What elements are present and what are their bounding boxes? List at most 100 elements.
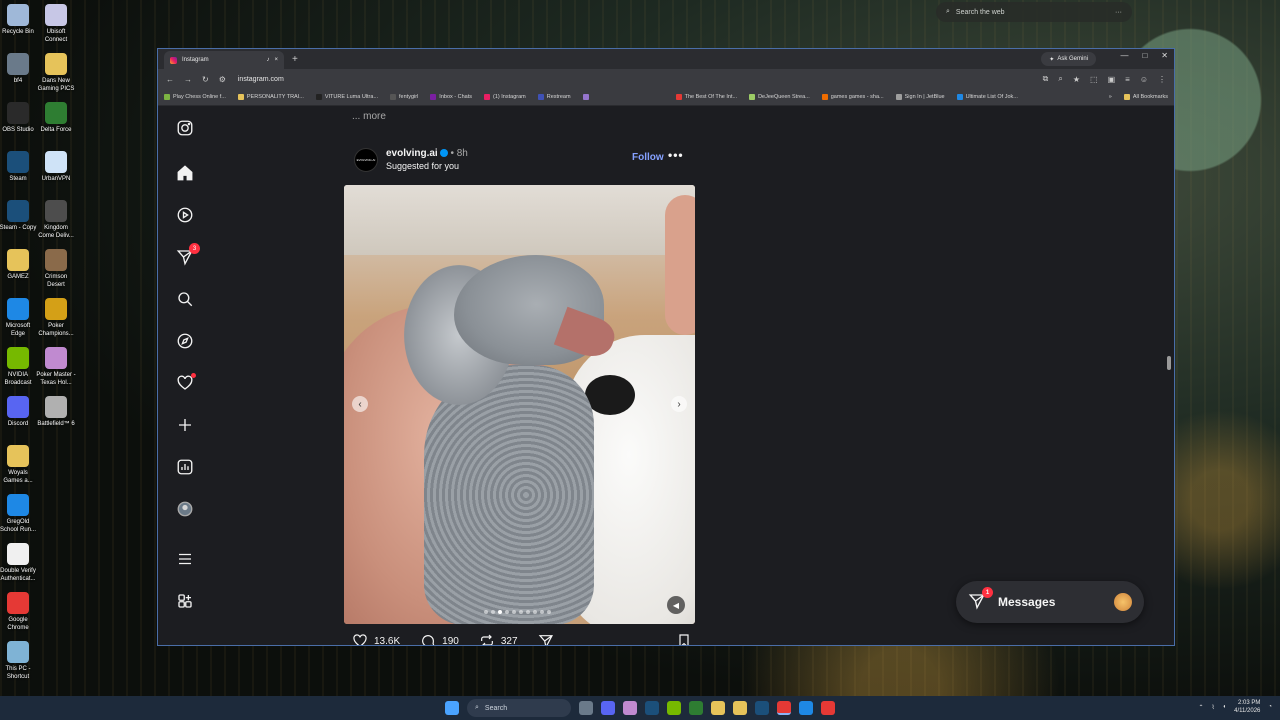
post-author-avatar[interactable]: EVOLVING.AI: [354, 148, 378, 172]
menu-icon[interactable]: ⋮: [1158, 75, 1166, 84]
comment-icon[interactable]: [420, 633, 436, 645]
caption-more-link[interactable]: ... more: [352, 111, 386, 122]
forward-arrow-icon[interactable]: →: [184, 75, 192, 84]
desktop-icon[interactable]: Woyals Games a...: [0, 445, 38, 485]
start-windows-icon[interactable]: [445, 701, 459, 715]
new-tab-button[interactable]: +: [292, 54, 298, 65]
like-heart-icon[interactable]: [352, 633, 368, 645]
desktop-icon[interactable]: Double Verify Authenticat...: [0, 543, 38, 583]
desktop-icon[interactable]: OBS Studio: [0, 102, 38, 134]
profile-icon[interactable]: ☺: [1140, 75, 1148, 84]
close-window-button[interactable]: ✕: [1161, 51, 1168, 60]
notifications-heart-icon[interactable]: [175, 373, 196, 393]
discord-taskbar-icon[interactable]: [601, 701, 615, 715]
folder-taskbar-icon[interactable]: [733, 701, 747, 715]
bookmark-item[interactable]: The Best Of The Int...: [675, 94, 737, 100]
desktop-icon[interactable]: Battlefield™ 6: [36, 396, 76, 428]
desktop-icon[interactable]: NVIDIA Broadcast: [0, 347, 38, 387]
desktop-icon[interactable]: Dans New Gaming PICS: [36, 53, 76, 93]
tab-close-icon[interactable]: ×: [274, 57, 278, 63]
desktop-icon[interactable]: Google Chrome: [0, 592, 38, 632]
bookmark-item[interactable]: Inbox - Chats: [430, 94, 472, 100]
taskbar-search[interactable]: ⌕ Search: [467, 699, 571, 717]
minimize-button[interactable]: —: [1120, 51, 1128, 60]
carousel-prev-icon[interactable]: ‹: [352, 396, 368, 412]
zoom-icon[interactable]: ⌕: [1058, 74, 1062, 84]
ask-gemini-button[interactable]: ✦ Ask Gemini: [1041, 52, 1096, 66]
follow-button[interactable]: Follow: [632, 152, 664, 163]
tab-instagram[interactable]: Instagram ♪ ×: [164, 51, 284, 69]
share-icon[interactable]: [538, 633, 554, 645]
desktop-icon[interactable]: Steam: [0, 151, 38, 183]
network-icon[interactable]: ⌇: [1212, 704, 1215, 711]
bookmark-item[interactable]: games games - sha...: [821, 94, 884, 100]
desktop-icon[interactable]: Ubisoft Connect: [36, 4, 76, 44]
bookmark-item[interactable]: [582, 94, 592, 100]
bookmark-item[interactable]: Ultimate List Of Jok...: [956, 94, 1018, 100]
desktop-icon[interactable]: GAMEZ: [0, 249, 38, 281]
nvidia-taskbar-icon[interactable]: [667, 701, 681, 715]
messages-button[interactable]: 1 Messages: [956, 581, 1144, 623]
steam-taskbar-icon[interactable]: [645, 701, 659, 715]
desktop-icon[interactable]: Delta Force: [36, 102, 76, 134]
sidebar-icon[interactable]: ▣: [1108, 75, 1116, 84]
like-count[interactable]: 13.6K: [374, 636, 400, 646]
direct-messages-icon[interactable]: 3: [175, 243, 200, 267]
page-scrollbar[interactable]: [1166, 106, 1172, 645]
back-arrow-icon[interactable]: ←: [166, 75, 174, 84]
install-app-icon[interactable]: ⧉: [1043, 74, 1049, 84]
profile-avatar[interactable]: [175, 499, 195, 519]
desktop-icon[interactable]: Kingdom Come Deliv...: [36, 200, 76, 240]
bookmark-star-icon[interactable]: ★: [1073, 75, 1080, 84]
instagram-logo-icon[interactable]: [175, 118, 195, 138]
create-plus-icon[interactable]: [175, 415, 195, 435]
home-icon[interactable]: [175, 163, 195, 183]
bookmark-item[interactable]: fentygirl: [390, 94, 418, 100]
desktop-icon[interactable]: Poker Master - Texas Hol...: [36, 347, 76, 387]
bookmark-item[interactable]: Play Chess Online f...: [164, 94, 226, 100]
web-search-widget[interactable]: ⌕ Search the web ···: [936, 2, 1132, 22]
bookmark-item[interactable]: VITURE Luma Ultra...: [315, 94, 378, 100]
volume-icon[interactable]: ◖: [1223, 704, 1227, 710]
edge-taskbar-icon[interactable]: [799, 701, 813, 715]
tray-chevron-icon[interactable]: ⌃: [1199, 704, 1204, 711]
site-info-icon[interactable]: ⚙: [219, 75, 226, 84]
repost-count[interactable]: 327: [501, 636, 518, 646]
more-menu-icon[interactable]: [175, 549, 195, 569]
desktop-icon[interactable]: Recycle Bin: [0, 4, 38, 36]
post-username[interactable]: evolving.ai: [386, 148, 438, 159]
reels-icon[interactable]: [175, 205, 195, 225]
clock[interactable]: 2:03 PM 4/11/2026: [1234, 699, 1260, 715]
desktop-icon[interactable]: Crimson Desert: [36, 249, 76, 289]
desktop-icon[interactable]: Poker Champions...: [36, 298, 76, 338]
also-from-meta-icon[interactable]: [175, 591, 195, 611]
chrome-taskbar-icon[interactable]: [777, 701, 791, 715]
steam-copy-taskbar-icon[interactable]: [755, 701, 769, 715]
extensions-icon[interactable]: ⬚: [1090, 75, 1098, 84]
maximize-button[interactable]: □: [1142, 51, 1147, 60]
dashboard-chart-icon[interactable]: [175, 457, 195, 477]
desktop-icon[interactable]: Discord: [0, 396, 38, 428]
bookmark-item[interactable]: Sign In | JetBlue: [895, 94, 945, 100]
desktop-icon[interactable]: Microsoft Edge: [0, 298, 38, 338]
post-media[interactable]: ‹ › ◀: [344, 185, 695, 624]
search-icon[interactable]: [175, 289, 195, 309]
address-bar[interactable]: instagram.com: [238, 76, 284, 83]
audio-toggle-icon[interactable]: ◀: [667, 596, 685, 614]
desktop-icon[interactable]: bf4: [0, 53, 38, 85]
desktop-icon[interactable]: Steam - Copy: [0, 200, 38, 232]
comment-count[interactable]: 190: [442, 636, 459, 646]
carousel-next-icon[interactable]: ›: [671, 396, 687, 412]
desktop-icon[interactable]: UrbanVPN: [36, 151, 76, 183]
bookmark-item[interactable]: All Bookmarks: [1123, 94, 1168, 100]
file-explorer-icon[interactable]: [711, 701, 725, 715]
bookmark-item[interactable]: PERSONALITY TRAI...: [237, 94, 304, 100]
scrollbar-thumb[interactable]: [1167, 356, 1171, 370]
chrome-profile-taskbar-icon[interactable]: [821, 701, 835, 715]
bookmark-item[interactable]: DeJeeQueen Strea...: [749, 94, 810, 100]
cast-icon[interactable]: ≡: [1125, 75, 1130, 84]
explore-compass-icon[interactable]: [175, 331, 195, 351]
bookmarks-overflow-icon[interactable]: »: [1109, 94, 1112, 100]
notification-bell-icon[interactable]: ◔: [1268, 704, 1272, 710]
bookmark-item[interactable]: Restream: [537, 94, 571, 100]
